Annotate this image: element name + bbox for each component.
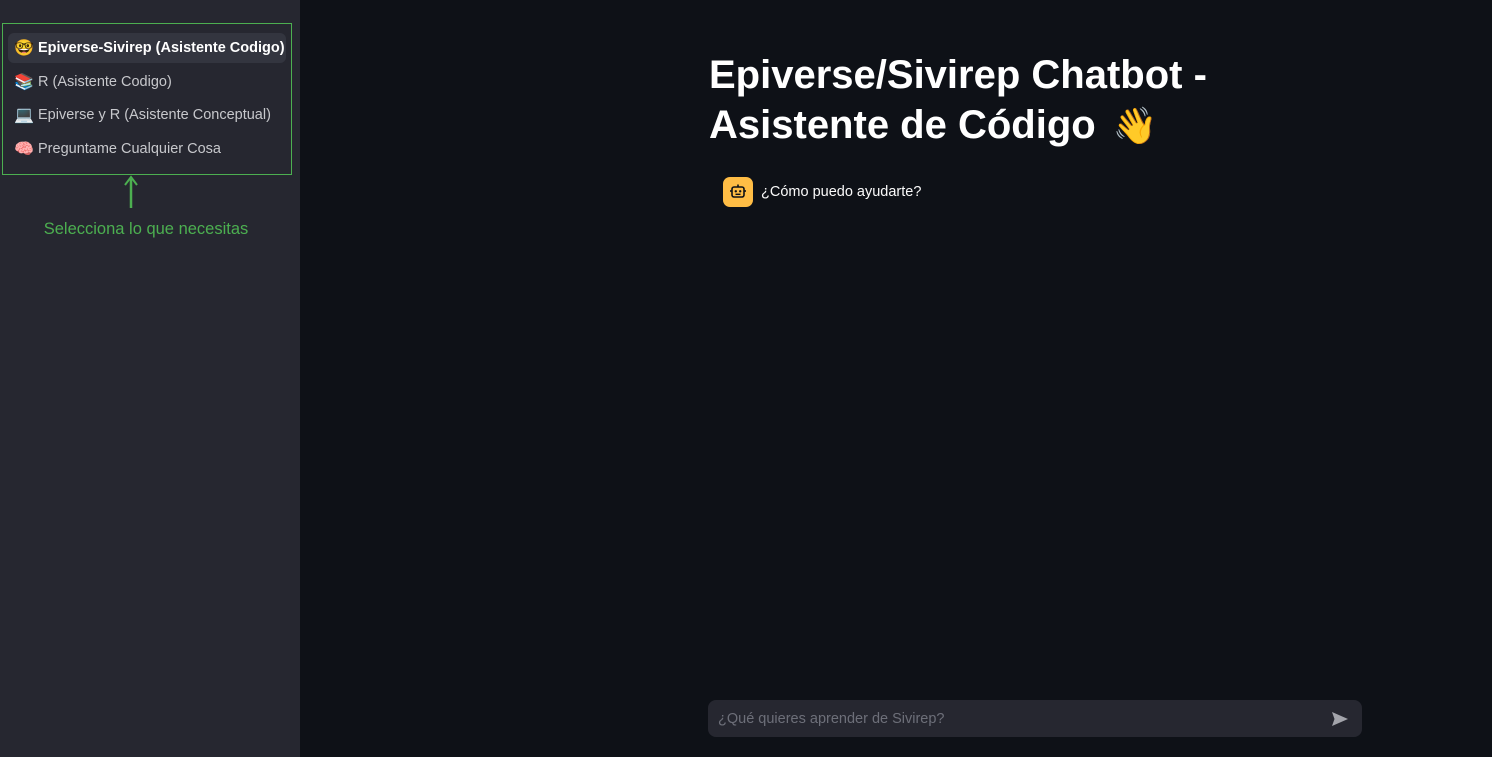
- books-icon: 📚: [14, 73, 34, 91]
- chat-message: ¿Cómo puedo ayudarte?: [723, 177, 921, 207]
- sidebar-item-preguntame[interactable]: 🧠 Preguntame Cualquier Cosa: [8, 134, 286, 164]
- sidebar-hint: Selecciona lo que necesitas: [43, 220, 249, 238]
- chat-input-bar: [708, 700, 1362, 737]
- sidebar: 🤓 Epiverse-Sivirep (Asistente Codigo) 📚 …: [0, 0, 300, 757]
- send-button[interactable]: [1328, 707, 1352, 731]
- chat-input[interactable]: [718, 710, 1328, 727]
- sidebar-item-r[interactable]: 📚 R (Asistente Codigo): [8, 67, 286, 97]
- sidebar-item-label: R (Asistente Codigo): [38, 73, 172, 90]
- laptop-icon: 💻: [14, 107, 34, 124]
- sidebar-item-label: Epiverse-Sivirep (Asistente Codigo): [38, 40, 285, 56]
- robot-icon: [730, 184, 746, 198]
- arrow-up-icon: [124, 175, 138, 208]
- sidebar-item-label: Preguntame Cualquier Cosa: [38, 140, 221, 157]
- main-content: Epiverse/Sivirep Chatbot - Asistente de …: [300, 0, 1492, 757]
- nerd-face-icon: 🤓: [14, 40, 34, 57]
- assistant-avatar: [723, 177, 753, 207]
- sidebar-item-epiverse-sivirep[interactable]: 🤓 Epiverse-Sivirep (Asistente Codigo): [8, 33, 286, 63]
- page-title: Epiverse/Sivirep Chatbot - Asistente de …: [709, 50, 1389, 151]
- sidebar-item-epiverse-y-r[interactable]: 💻 Epiverse y R (Asistente Conceptual): [8, 100, 286, 130]
- send-icon: [1332, 711, 1348, 726]
- chat-message-text: ¿Cómo puedo ayudarte?: [761, 184, 922, 200]
- brain-icon: 🧠: [14, 140, 34, 158]
- sidebar-menu: 🤓 Epiverse-Sivirep (Asistente Codigo) 📚 …: [2, 23, 292, 175]
- app: 🤓 Epiverse-Sivirep (Asistente Codigo) 📚 …: [0, 0, 1492, 757]
- waving-hand-icon: 👋: [1112, 105, 1158, 146]
- sidebar-item-label: Epiverse y R (Asistente Conceptual): [38, 107, 271, 123]
